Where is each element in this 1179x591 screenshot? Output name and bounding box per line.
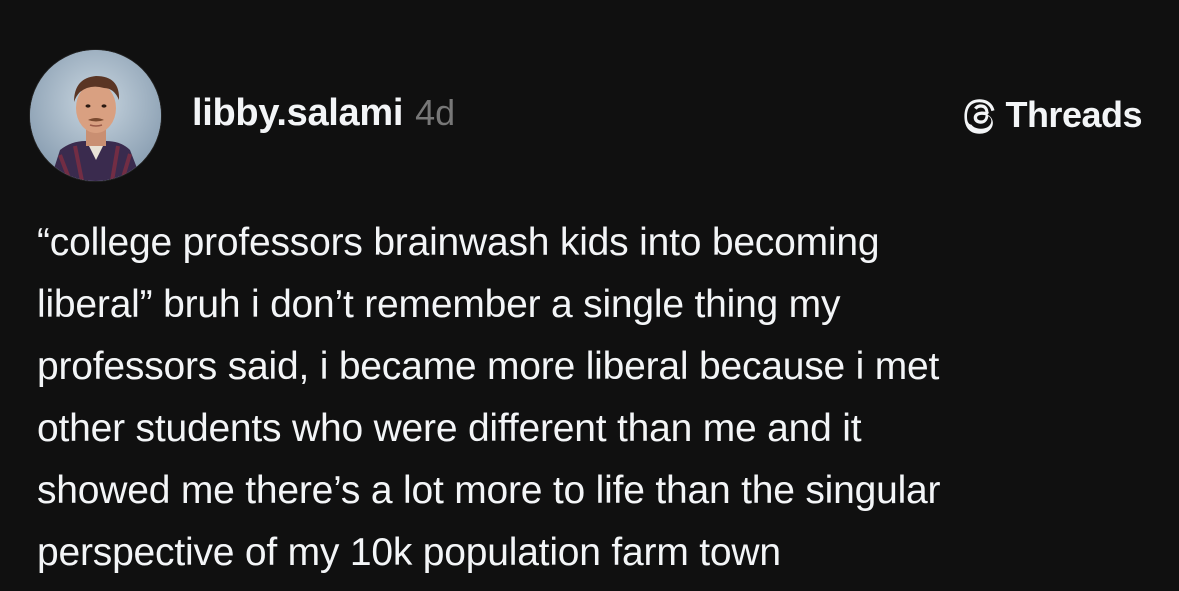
post-header: libby.salami 4d [192, 92, 455, 140]
threads-brand-label: Threads [1005, 94, 1142, 135]
post-line: liberal” bruh i don’t remember a single … [37, 283, 841, 326]
post-line: other students who were different than m… [37, 407, 862, 450]
post-line: showed me there’s a lot more to life tha… [37, 469, 941, 512]
post-line: perspective of my 10k population farm to… [37, 531, 781, 574]
threads-logo-icon [963, 96, 997, 134]
post-body: “college professors brainwash kids into … [37, 212, 1147, 584]
avatar-photo [30, 50, 161, 181]
avatar[interactable] [30, 50, 161, 181]
post-line: professors said, i became more liberal b… [37, 345, 940, 388]
username-link[interactable]: libby.salami [192, 92, 403, 135]
threads-post: libby.salami 4d Threads “college profess… [0, 0, 1179, 591]
post-line: “college professors brainwash kids into … [37, 221, 880, 264]
post-timestamp[interactable]: 4d [415, 92, 455, 134]
threads-brand: Threads [963, 92, 1142, 138]
